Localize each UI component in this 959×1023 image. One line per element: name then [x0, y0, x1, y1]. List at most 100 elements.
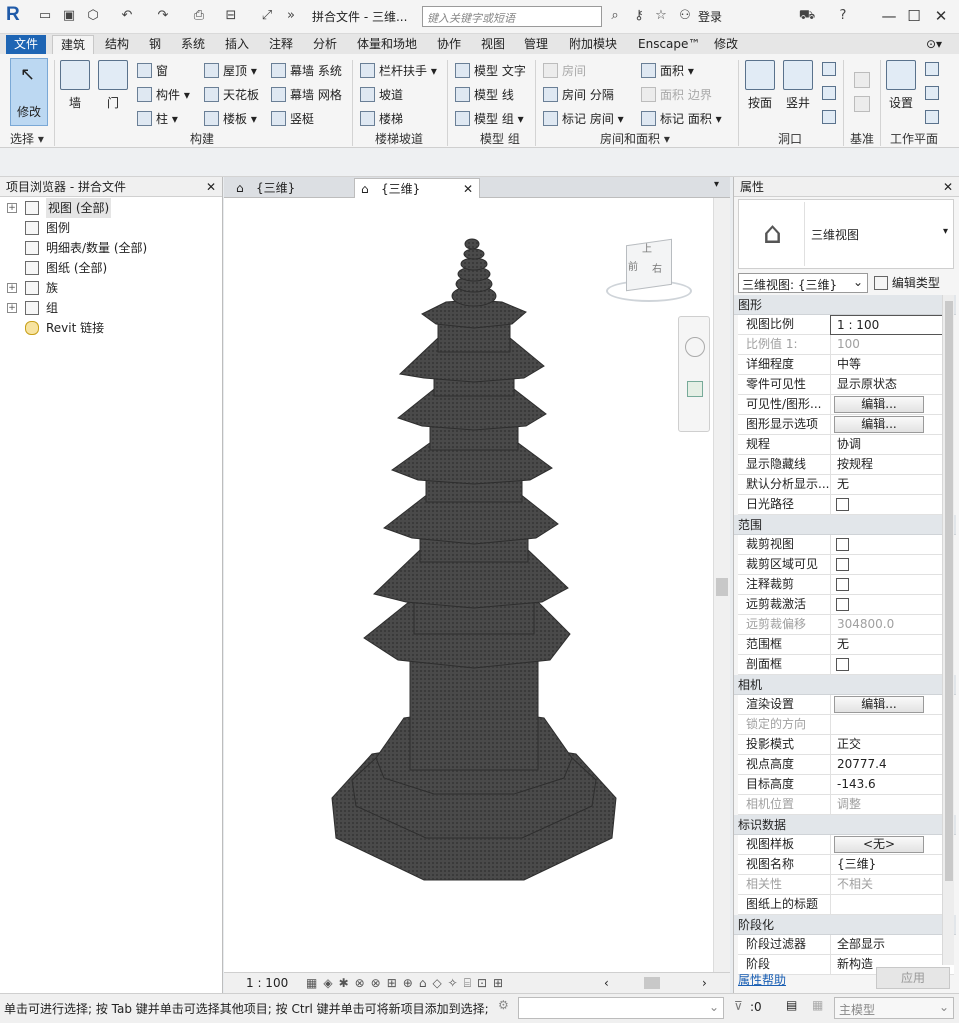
more-icon[interactable]: » [282, 7, 300, 25]
property-section-header[interactable]: 图形⌃ [734, 295, 956, 315]
column-button[interactable]: 柱 ▾ [137, 110, 178, 127]
property-row[interactable]: 阶段过滤器 全部显示 [738, 935, 954, 955]
room-group-label[interactable]: 房间和面积 ▾ [600, 130, 670, 147]
h-scroll-thumb[interactable] [644, 977, 660, 989]
ceiling-button[interactable]: 天花板 [204, 86, 259, 103]
property-row[interactable]: 裁剪视图 [738, 535, 954, 555]
model-text-button[interactable]: 模型 文字 [455, 62, 526, 79]
property-row[interactable]: 投影模式 正交 [738, 735, 954, 755]
property-value[interactable]: 正交 [830, 735, 954, 755]
redo-icon[interactable]: ↷ [154, 7, 172, 25]
property-row[interactable]: 可见性/图形... 编辑... [738, 395, 954, 415]
worksets-icon[interactable]: ⚙ [498, 998, 509, 1012]
maximize-button[interactable]: ☐ [903, 5, 925, 27]
tree-item-legends[interactable]: 图例 [0, 218, 220, 238]
tree-item-schedules[interactable]: 明细表/数量 (全部) [0, 238, 220, 258]
print-icon[interactable]: ⎙ [190, 7, 208, 25]
binoculars-icon[interactable]: ⌕ [606, 7, 624, 25]
close-button[interactable]: ✕ [930, 5, 952, 27]
viewer-icon[interactable] [925, 110, 939, 124]
curtain-system-button[interactable]: 幕墙 系统 [271, 62, 342, 79]
ref-plane-icon[interactable] [925, 86, 939, 100]
property-row[interactable]: 显示隐藏线 按规程 [738, 455, 954, 475]
property-row[interactable]: 视图比例 1 : 100 [738, 315, 954, 335]
tab-analyze[interactable]: 分析 [311, 35, 339, 54]
property-row[interactable]: 详细程度 中等 [738, 355, 954, 375]
property-row[interactable]: 范围框 无 [738, 635, 954, 655]
tab-file[interactable]: 文件 [6, 35, 47, 54]
property-value[interactable]: -143.6 [830, 775, 954, 795]
cube-top-face[interactable]: 上 [642, 240, 652, 255]
property-row[interactable]: 渲染设置 编辑... [738, 695, 954, 715]
property-row[interactable]: 视点高度 20777.4 [738, 755, 954, 775]
properties-scroll-thumb[interactable] [945, 301, 953, 881]
property-row[interactable]: 相关性 不相关 [738, 875, 954, 895]
open-icon[interactable]: ▭ [36, 7, 54, 25]
tab-menu-icon[interactable]: ▾ [714, 179, 719, 190]
3d-viewport[interactable]: 前 右 上 [224, 198, 713, 972]
search-input[interactable]: 键入关键字或短语 [422, 6, 602, 27]
tab-architecture[interactable]: 建筑 [52, 35, 95, 54]
tab-addins[interactable]: 附加模块 [567, 35, 619, 54]
property-row[interactable]: 远剪裁偏移 304800.0 [738, 615, 954, 635]
properties-help-link[interactable]: 属性帮助 [738, 971, 786, 988]
doc-tab-3d-1[interactable]: ⌂ {三维} [230, 178, 350, 198]
tab-manage[interactable]: 管理 [522, 35, 550, 54]
properties-scrollbar[interactable] [942, 295, 954, 965]
property-row[interactable]: 图形显示选项 编辑... [738, 415, 954, 435]
steering-wheel-icon[interactable] [685, 337, 705, 357]
property-value[interactable]: 无 [830, 475, 954, 495]
view-cube[interactable]: 前 右 上 [606, 236, 692, 306]
login-link[interactable]: 登录 [698, 8, 722, 25]
property-checkbox[interactable] [836, 598, 849, 611]
tag-area-button[interactable]: 标记 面积 ▾ [641, 110, 722, 127]
property-row[interactable]: 日光路径 [738, 495, 954, 515]
property-row[interactable]: 视图名称 {三维} [738, 855, 954, 875]
stair-button[interactable]: 楼梯 [360, 110, 403, 127]
room-button[interactable]: 房间 [543, 62, 586, 79]
curtain-grid-button[interactable]: 幕墙 网格 [271, 86, 342, 103]
property-checkbox[interactable] [836, 658, 849, 671]
view-scale[interactable]: 1 : 100 [246, 976, 288, 990]
property-value[interactable] [830, 895, 954, 915]
set-workplane-button[interactable]: 设置 [886, 60, 916, 111]
property-row[interactable]: 默认分析显示... 无 [738, 475, 954, 495]
edit-type-button[interactable]: 编辑类型 [874, 274, 940, 291]
property-row[interactable]: 零件可见性 显示原状态 [738, 375, 954, 395]
wall-opening-icon[interactable] [822, 62, 836, 76]
property-value[interactable]: 按规程 [830, 455, 954, 475]
property-value[interactable]: 显示原状态 [830, 375, 954, 395]
property-checkbox[interactable] [836, 578, 849, 591]
property-checkbox[interactable] [836, 538, 849, 551]
property-value[interactable]: 1 : 100 [830, 315, 954, 335]
filter-icon[interactable]: ⊽ [734, 999, 743, 1013]
property-edit-button[interactable]: 编辑... [834, 696, 924, 713]
tab-enscape[interactable]: Enscape™ [636, 35, 702, 54]
property-value[interactable]: {三维} [830, 855, 954, 875]
user-icon[interactable]: ⚇ [676, 7, 694, 25]
dormer-opening-icon[interactable] [822, 110, 836, 124]
property-checkbox[interactable] [836, 558, 849, 571]
design-option-dropdown[interactable]: 主模型 ⌄ [834, 997, 954, 1019]
save-icon[interactable]: ▣ [60, 7, 78, 25]
key-icon[interactable]: ⚷ [630, 7, 648, 25]
close-icon[interactable]: ✕ [943, 177, 953, 197]
property-section-header[interactable]: 相机⌃ [734, 675, 956, 695]
vertical-scrollbar[interactable] [713, 198, 730, 972]
scroll-thumb[interactable] [716, 578, 728, 596]
property-row[interactable]: 图纸上的标题 [738, 895, 954, 915]
exclude-options-icon[interactable]: ▦ [812, 998, 823, 1012]
roof-button[interactable]: 屋顶 ▾ [204, 62, 257, 79]
show-workplane-icon[interactable] [925, 62, 939, 76]
tab-collaborate[interactable]: 协作 [435, 35, 463, 54]
railing-button[interactable]: 栏杆扶手 ▾ [360, 62, 437, 79]
doc-tab-3d-2[interactable]: ⌂ {三维} ✕ [354, 178, 480, 198]
close-icon[interactable]: ✕ [206, 177, 216, 197]
property-row[interactable]: 比例值 1: 100 [738, 335, 954, 355]
scroll-right-icon[interactable]: › [702, 976, 707, 990]
property-row[interactable]: 视图样板 <无> [738, 835, 954, 855]
area-button[interactable]: 面积 ▾ [641, 62, 694, 79]
tab-massing[interactable]: 体量和场地 [355, 35, 419, 54]
property-value[interactable]: 无 [830, 635, 954, 655]
tree-item-views[interactable]: + 视图 (全部) [0, 198, 220, 218]
